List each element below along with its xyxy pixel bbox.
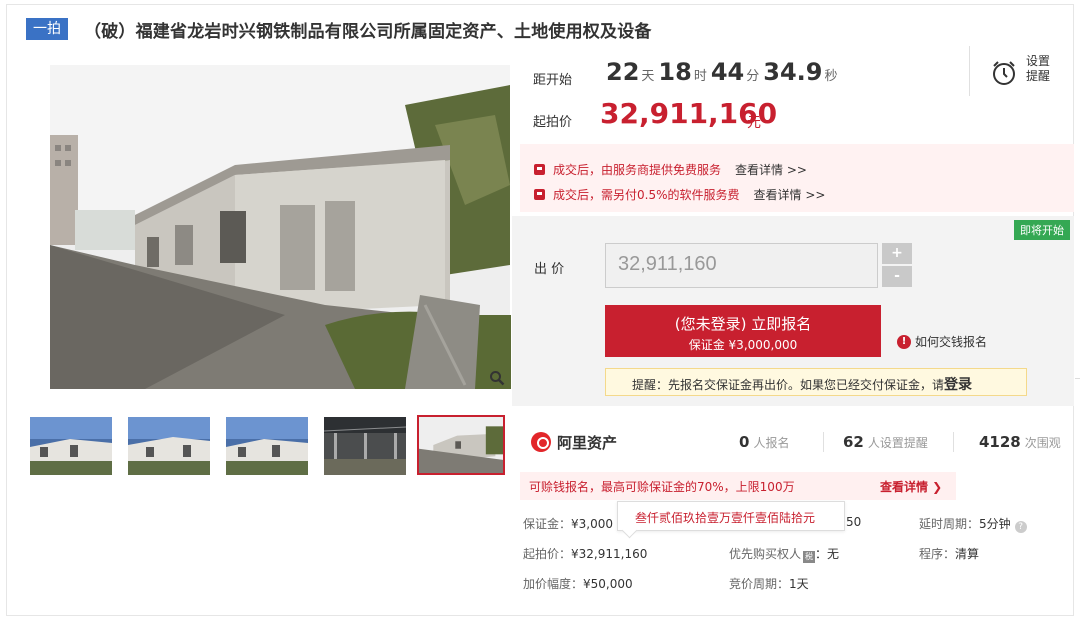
auction-type-tag: 一拍 [26, 18, 68, 40]
priority-value: ：无 [815, 547, 840, 561]
deposit-info: 保证金：¥3,000 [523, 515, 613, 532]
start-price-label: 起拍价 [533, 115, 573, 130]
bag-icon [534, 164, 545, 175]
zoom-icon[interactable] [489, 370, 505, 386]
cycle-info: 竞价周期：1天 [729, 575, 809, 592]
credit-promo-banner: 可赊钱报名，最高可赊保证金的70%，上限100万 查看详情 ❯ [520, 472, 956, 500]
cycle-value: 1天 [789, 577, 809, 591]
title-row: 一拍 （破）福建省龙岩时兴钢铁制品有限公司所属固定资产、土地使用权及设备 [26, 14, 652, 44]
alarm-clock-icon[interactable] [991, 60, 1017, 86]
view-count-label: 次围观 [1024, 436, 1061, 450]
start-info-label: 起拍价： [523, 547, 572, 561]
fee-line-2: 成交后，需另付0.5%的软件服务费 查看详情 >> [534, 186, 825, 203]
cycle-label: 竞价周期： [729, 577, 790, 591]
ali-logo-icon [531, 432, 551, 452]
bid-label: 出 价 [534, 262, 565, 277]
how-to-pay-link[interactable]: ! 如何交钱报名 [897, 333, 987, 350]
reminder-count: 62 人设置提醒 [843, 433, 928, 451]
start-price-unit: 元 [747, 115, 761, 131]
fee-line-1: 成交后，由服务商提供免费服务 查看详情 >> [534, 161, 807, 178]
tax-badge-icon: 税 [803, 551, 816, 563]
signup-count-label: 人报名 [753, 436, 790, 450]
reminder-count-label: 人设置提醒 [867, 436, 928, 450]
procedure-info: 程序：清算 [919, 545, 979, 562]
increment-info: 加价幅度：¥50,000 [523, 575, 633, 592]
bag-icon [534, 189, 545, 200]
page-title: （破）福建省龙岩时兴钢铁制品有限公司所属固定资产、土地使用权及设备 [84, 21, 652, 42]
promo-text: 可赊钱报名，最高可赊保证金的70%，上限100万 [529, 480, 795, 494]
increment-value: ¥50,000 [583, 577, 633, 591]
mid-top-value: 50 [846, 515, 862, 529]
start-price-info: 起拍价：¥32,911,160 [523, 545, 647, 562]
countdown-days-unit: 天 [641, 69, 655, 84]
view-count-num: 4128 [979, 433, 1021, 451]
bid-stepper: + - [882, 243, 912, 289]
divider [969, 46, 970, 96]
promo-detail-link[interactable]: 查看详情 ❯ [880, 478, 942, 495]
reminder-count-num: 62 [843, 433, 864, 451]
thumbnail-strip [30, 415, 521, 475]
status-badge: 即将开始 [1014, 220, 1070, 240]
fee-text-2: 成交后，需另付0.5%的软件服务费 [553, 188, 740, 202]
priority-info: 优先购买权人税：无 [729, 545, 839, 563]
platform-stats: 阿里资产 0 人报名 62 人设置提醒 4128 次围观 [531, 430, 1071, 454]
platform-logo[interactable]: 阿里资产 [531, 432, 617, 453]
fee-text-1: 成交后，由服务商提供免费服务 [553, 163, 722, 177]
amount-tooltip: 叁仟贰佰玖拾壹万壹仟壹佰陆拾元 [617, 501, 845, 531]
delay-label: 延时周期： [919, 517, 980, 531]
thumbnail-5[interactable] [417, 415, 505, 475]
delay-value: 5分钟 [979, 517, 1011, 531]
countdown-hours: 18 [658, 58, 692, 86]
deposit-label: 保证金： [523, 517, 572, 531]
thumbnail-4[interactable] [324, 417, 406, 475]
thumbnail-1[interactable] [30, 417, 112, 475]
divider [823, 432, 824, 452]
deposit-value: ¥3,000 [571, 517, 614, 531]
decrease-bid-button[interactable]: - [882, 266, 912, 287]
fee-detail-link-2[interactable]: 查看详情 >> [754, 186, 826, 203]
divider [953, 432, 954, 452]
countdown-days: 22 [606, 58, 640, 86]
register-button[interactable]: (您未登录) 立即报名 保证金 ¥3,000,000 [605, 305, 881, 357]
main-photo[interactable] [25, 65, 511, 389]
set-reminder-button[interactable]: 设置提醒 [1022, 54, 1054, 84]
countdown-hours-unit: 时 [693, 69, 707, 84]
register-button-label: (您未登录) 立即报名 [674, 315, 812, 333]
mid-info-value: 50 [846, 515, 861, 529]
signup-count: 0 人报名 [739, 433, 789, 451]
countdown-minutes: 44 [710, 58, 745, 86]
divider [1075, 378, 1080, 379]
signup-count-num: 0 [739, 433, 750, 451]
increase-bid-button[interactable]: + [882, 243, 912, 264]
countdown-seconds: 34.9 [763, 58, 823, 86]
info-icon: ! [897, 334, 911, 349]
start-info-value: ¥32,911,160 [571, 547, 648, 561]
login-link[interactable]: 登录 [944, 377, 972, 393]
delay-info: 延时周期：5分钟? [919, 515, 1027, 533]
bid-amount-input[interactable]: 32,911,160 [605, 243, 878, 288]
how-to-pay-label: 如何交钱报名 [915, 335, 988, 349]
increment-label: 加价幅度： [523, 577, 584, 591]
register-deposit-label: 保证金 ¥3,000,000 [688, 338, 798, 352]
bid-section: 即将开始 出 价 32,911,160 + - (您未登录) 立即报名 保证金 … [512, 216, 1074, 406]
view-count: 4128 次围观 [979, 433, 1061, 451]
procedure-value: 清算 [955, 547, 980, 561]
procedure-label: 程序： [919, 547, 956, 561]
countdown-seconds-unit: 秒 [824, 69, 838, 84]
thumbnail-2[interactable] [128, 417, 210, 475]
help-icon[interactable]: ? [1014, 521, 1027, 533]
countdown-label: 距开始 [533, 73, 573, 88]
thumbnail-3[interactable] [226, 417, 308, 475]
fee-notice: 成交后，由服务商提供免费服务 查看详情 >> 成交后，需另付0.5%的软件服务费… [520, 144, 1074, 212]
priority-label: 优先购买权人 [729, 547, 802, 561]
countdown-minutes-unit: 分 [746, 69, 760, 84]
fee-detail-link-1[interactable]: 查看详情 >> [735, 161, 807, 178]
login-reminder: 提醒：先报名交保证金再出价。如果您已经交付保证金，请登录 [605, 368, 1027, 396]
platform-name: 阿里资产 [557, 433, 618, 452]
reminder-text: 提醒：先报名交保证金再出价。如果您已经交付保证金，请 [632, 378, 945, 392]
countdown-timer: 22 天 18 时 44 分 34.9 秒 [606, 58, 842, 86]
